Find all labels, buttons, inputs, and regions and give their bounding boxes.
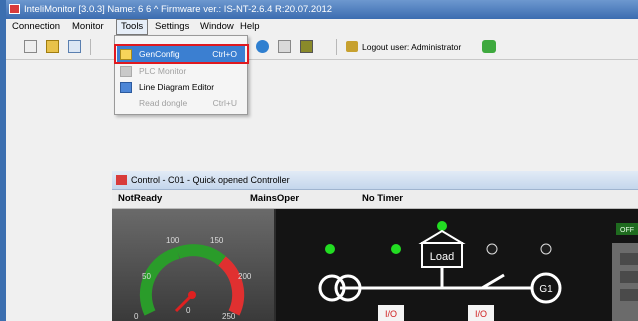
- save-icon[interactable]: [278, 40, 291, 53]
- app-window: InteliMonitor [3.0.3] Name: 6 6 ^ Firmwa…: [6, 0, 638, 321]
- open-folder-icon[interactable]: [46, 40, 59, 53]
- plc-monitor-icon: [120, 66, 132, 77]
- load-label: Load: [430, 251, 454, 263]
- gauge-tick-label: 150: [210, 236, 224, 245]
- status-mode: MainsOper: [250, 193, 300, 204]
- menu-help[interactable]: Help: [236, 19, 264, 35]
- menu-connection[interactable]: Connection: [8, 19, 64, 35]
- toolbar: Logout user: Administrator: [6, 35, 638, 60]
- gauge-panel: 0 50 100 150 200 250 0: [112, 209, 274, 321]
- mains-io-label: I/O: [385, 309, 397, 319]
- led-load-indicator: [437, 221, 447, 231]
- single-line-diagram: Load G1 I/O I/O OFF: [276, 209, 638, 321]
- toolbar-separator: [336, 39, 337, 55]
- side-button[interactable]: [620, 289, 638, 301]
- menu-tools[interactable]: Tools: [116, 19, 149, 35]
- generator-io-label: I/O: [475, 309, 487, 319]
- gauge-tick-label: 250: [222, 312, 236, 321]
- window-icon: [116, 175, 127, 185]
- gauge-hub: [188, 291, 196, 299]
- line-diagram-canvas: Load G1 I/O I/O OFF: [318, 221, 638, 321]
- status-timer: No Timer: [362, 193, 404, 204]
- window-title: InteliMonitor [3.0.3] Name: 6 6 ^ Firmwa…: [24, 4, 333, 15]
- disconnect-icon[interactable]: [24, 40, 37, 53]
- side-button[interactable]: [620, 253, 638, 265]
- logout-button[interactable]: Logout user: Administrator: [346, 35, 496, 59]
- logout-label: Logout user: Administrator: [362, 42, 462, 52]
- led-mains-indicator: [325, 244, 335, 254]
- app-icon: [9, 4, 20, 14]
- gauge-tick-label: 0: [134, 312, 139, 321]
- menu-window[interactable]: Window: [196, 19, 238, 35]
- led-mains-breaker-indicator: [391, 244, 401, 254]
- control-window-title-bar: Control - C01 - Quick opened Controller: [112, 171, 638, 190]
- menu-item-read-dongle[interactable]: Read dongle Ctrl+U: [117, 95, 245, 112]
- load-roof-icon: [418, 229, 466, 244]
- controller-status-bar: NotReady MainsOper No Timer: [112, 190, 638, 209]
- gauge-green-arc: [139, 247, 180, 316]
- grid-icon[interactable]: [300, 40, 313, 53]
- lock-icon: [346, 41, 358, 52]
- gauge-green-arc: [175, 244, 226, 266]
- menu-item-line-diagram-editor[interactable]: Line Diagram Editor: [117, 79, 245, 96]
- line-diagram-icon: [120, 82, 132, 93]
- status-state: NotReady: [118, 193, 163, 204]
- menu-settings[interactable]: Settings: [151, 19, 193, 35]
- generator-breaker-icon[interactable]: [481, 273, 505, 290]
- print-icon[interactable]: [68, 40, 81, 53]
- led-gen-breaker-indicator: [486, 243, 498, 255]
- control-window-title: Control - C01 - Quick opened Controller: [131, 175, 290, 185]
- genconfig-highlight-box: [114, 44, 249, 64]
- gauge-red-arc: [218, 256, 245, 316]
- power-gauge: 0 50 100 150 200 250 0: [134, 236, 252, 321]
- menu-bar: Connection Monitor Tools Settings Window…: [6, 19, 638, 35]
- user-icon: [482, 40, 496, 53]
- refresh-icon[interactable]: [256, 40, 269, 53]
- toolbar-separator: [90, 39, 91, 55]
- led-generator-indicator: [540, 243, 552, 255]
- gauge-tick-label: 100: [166, 236, 180, 245]
- generator-label: G1: [539, 284, 553, 295]
- off-indicator-label: OFF: [620, 227, 634, 234]
- gauge-tick-label: 50: [142, 272, 151, 281]
- side-button[interactable]: [620, 271, 638, 283]
- title-bar: InteliMonitor [3.0.3] Name: 6 6 ^ Firmwa…: [6, 0, 638, 19]
- menu-monitor[interactable]: Monitor: [68, 19, 108, 35]
- gauge-tick-label: 200: [238, 272, 252, 281]
- gauge-value-label: 0: [186, 306, 191, 315]
- menu-item-plc-monitor[interactable]: PLC Monitor: [117, 63, 245, 80]
- control-window: Control - C01 - Quick opened Controller …: [112, 171, 638, 321]
